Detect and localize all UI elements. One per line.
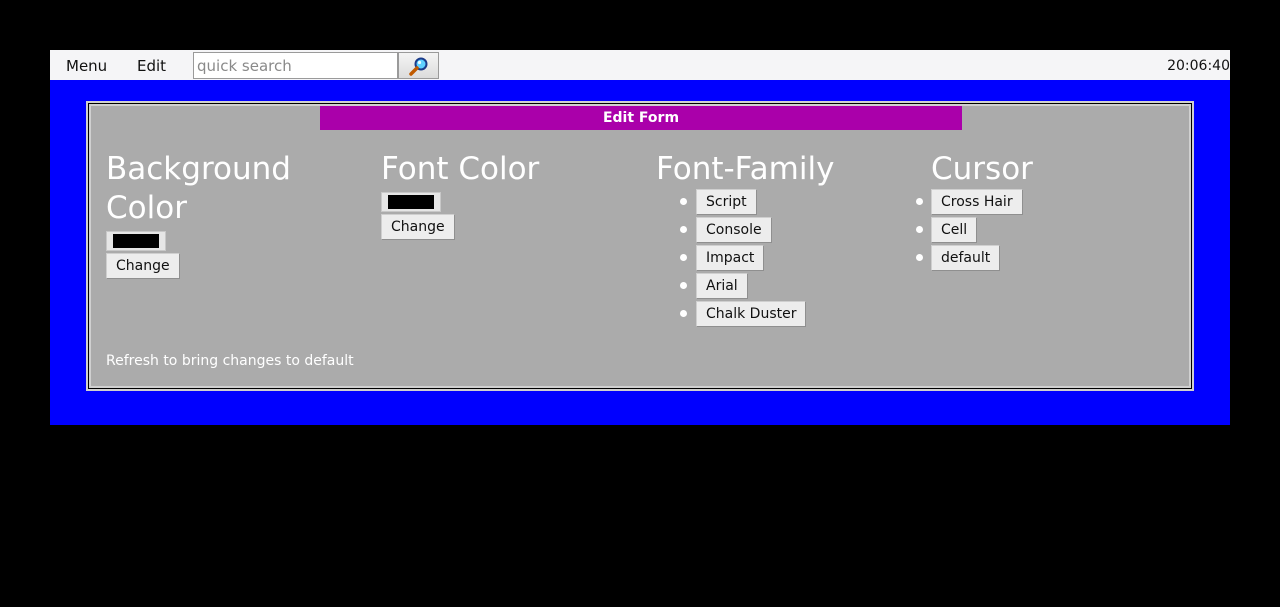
- font-family-list: Script Console Impact Arial Chalk Duster: [680, 189, 916, 329]
- cursor-section: Cursor Cross Hair Cell default: [916, 150, 1191, 273]
- background-color-section: Background Color Change: [106, 150, 306, 279]
- font-script-button[interactable]: Script: [696, 189, 757, 215]
- font-color-section: Font Color Change: [381, 150, 641, 240]
- cursor-cross-hair-button[interactable]: Cross Hair: [931, 189, 1023, 215]
- font-chalk-duster-button[interactable]: Chalk Duster: [696, 301, 807, 327]
- app-window: Menu Edit 20:06:40 Edit Form Background …: [50, 50, 1230, 425]
- magnifier-icon: [408, 57, 427, 76]
- list-item: Console: [680, 217, 916, 245]
- top-bar: Menu Edit 20:06:40: [50, 50, 1230, 80]
- font-family-heading: Font-Family: [656, 151, 835, 187]
- list-item: Impact: [680, 245, 916, 273]
- edit-form-body: Edit Form Background Color Change Font C…: [89, 104, 1191, 388]
- font-color-swatch-fill: [388, 195, 434, 209]
- bullet-icon: [680, 254, 687, 261]
- list-item: Arial: [680, 273, 916, 301]
- font-console-button[interactable]: Console: [696, 217, 772, 243]
- font-impact-button[interactable]: Impact: [696, 245, 765, 271]
- font-family-section: Font-Family Script Console Impact Arial …: [656, 150, 916, 329]
- edit-menu-button[interactable]: Edit: [137, 57, 166, 75]
- font-arial-button[interactable]: Arial: [696, 273, 748, 299]
- bullet-icon: [680, 282, 687, 289]
- reset-note: Refresh to bring changes to default: [106, 353, 354, 369]
- clock: 20:06:40: [1167, 58, 1230, 74]
- background-color-swatch-fill: [113, 234, 159, 248]
- bullet-icon: [680, 310, 687, 317]
- font-color-change-button[interactable]: Change: [381, 214, 455, 240]
- cursor-heading: Cursor: [931, 151, 1033, 187]
- background-color-change-button[interactable]: Change: [106, 253, 180, 279]
- list-item: Cell: [916, 217, 1191, 245]
- form-title: Edit Form: [320, 106, 962, 130]
- list-item: Script: [680, 189, 916, 217]
- list-item: Chalk Duster: [680, 301, 916, 329]
- edit-form: Edit Form Background Color Change Font C…: [86, 101, 1194, 391]
- font-color-swatch[interactable]: [381, 192, 441, 212]
- bullet-icon: [916, 254, 923, 261]
- list-item: Cross Hair: [916, 189, 1191, 217]
- background-color-swatch[interactable]: [106, 231, 166, 251]
- cursor-list: Cross Hair Cell default: [916, 189, 1191, 273]
- bullet-icon: [916, 226, 923, 233]
- cursor-default-button[interactable]: default: [931, 245, 1001, 271]
- bullet-icon: [680, 198, 687, 205]
- cursor-cell-button[interactable]: Cell: [931, 217, 978, 243]
- search-button[interactable]: [398, 52, 439, 79]
- menu-button[interactable]: Menu: [66, 57, 107, 75]
- bullet-icon: [680, 226, 687, 233]
- font-color-heading: Font Color: [381, 151, 540, 187]
- list-item: default: [916, 245, 1191, 273]
- bullet-icon: [916, 198, 923, 205]
- background-color-heading: Background Color: [106, 151, 291, 226]
- search-input[interactable]: [193, 52, 398, 79]
